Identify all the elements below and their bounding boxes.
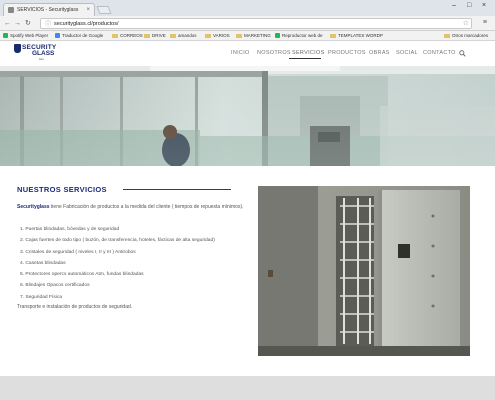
- folder-icon: [236, 33, 242, 38]
- list-item: 1. Puertas blindadas, bóvedas y de segur…: [20, 227, 120, 232]
- folder-icon: [170, 33, 176, 38]
- list-item: 3. Cristales de seguridad ( niveles I, I…: [20, 249, 136, 255]
- services-section: NUESTROS SERVICIOS Securityglass tiene F…: [0, 166, 495, 376]
- browser-tab[interactable]: SERVICIOS - Securityglass ×: [3, 3, 95, 16]
- list-item: 6. Blindajes Opacos certificados: [20, 283, 90, 289]
- new-tab-button[interactable]: [96, 6, 112, 14]
- url-text: securityglass.cl/productos/: [54, 20, 119, 27]
- minimize-icon[interactable]: –: [452, 2, 456, 9]
- address-bar-row: ← → ↻ ⓘ securityglass.cl/productos/ ☆ ≡: [0, 16, 495, 31]
- bookmark-google-translate[interactable]: Traductor de Google: [55, 33, 103, 38]
- folder-icon: [330, 33, 336, 38]
- folder-icon: [112, 33, 118, 38]
- bookmark-correos[interactable]: CORREOS: [112, 33, 143, 38]
- hero-image: [0, 66, 495, 166]
- bookmark-templates[interactable]: TEMPLATES WORDP: [330, 33, 383, 38]
- outro-paragraph: Transporte e instalación de productos de…: [17, 304, 133, 310]
- services-list: 1. Puertas blindadas, bóvedas y de segur…: [17, 224, 262, 303]
- active-nav-underline: [289, 58, 321, 59]
- intro-paragraph: Securityglass tiene Fabricación de produ…: [17, 203, 245, 211]
- bookmark-amandos[interactable]: amandos: [170, 33, 197, 38]
- nav-servicios[interactable]: SERVICIOS: [292, 50, 325, 56]
- bookmark-varios[interactable]: VARIOS: [205, 33, 230, 38]
- intro-brand: Securityglass: [17, 204, 50, 210]
- nav-obras[interactable]: OBRAS: [369, 50, 390, 56]
- search-icon[interactable]: [459, 50, 466, 57]
- spotify-icon: [3, 33, 8, 38]
- folder-icon: [144, 33, 150, 38]
- spotify-icon: [275, 33, 280, 38]
- nav-productos[interactable]: PRODUCTOS: [328, 50, 366, 56]
- bookmark-marketing[interactable]: MARKETING: [236, 33, 271, 38]
- folder-icon: [444, 33, 450, 38]
- title-divider: [123, 189, 231, 190]
- browser-tabstrip: SERVICIOS - Securityglass × – □ ×: [0, 0, 495, 16]
- favicon-icon: [8, 7, 14, 13]
- google-translate-icon: [55, 33, 60, 38]
- nav-social[interactable]: SOCIAL: [396, 50, 418, 56]
- main-nav: INICIO NOSOTROS SERVICIOS PRODUCTOS OBRA…: [0, 50, 495, 60]
- reload-icon[interactable]: ↻: [25, 19, 31, 28]
- list-item: 7. Seguridad Física: [20, 294, 63, 300]
- bookmark-reproductor[interactable]: Reproductor web de: [275, 33, 323, 38]
- nav-inicio[interactable]: INICIO: [231, 50, 250, 56]
- list-item: 5. Protectores opercs automáticos Atm, f…: [20, 272, 144, 278]
- bookmark-star-icon[interactable]: ☆: [463, 19, 469, 27]
- footer-band: [0, 376, 495, 400]
- browser-menu-icon[interactable]: ≡: [483, 19, 487, 26]
- close-window-icon[interactable]: ×: [482, 2, 486, 9]
- bookmark-spotify[interactable]: Spotify Web Player: [3, 33, 48, 38]
- site-header: SECURITY GLASS ltda INICIO NOSOTROS SERV…: [0, 41, 495, 66]
- url-input[interactable]: ⓘ securityglass.cl/productos/: [40, 18, 472, 29]
- nav-contacto[interactable]: CONTACTO: [423, 50, 456, 56]
- back-icon[interactable]: ←: [4, 19, 11, 28]
- bookmarks-bar: Spotify Web Player Traductor de Google C…: [0, 31, 495, 41]
- hero-office-photo: [0, 66, 495, 166]
- vault-door-photo: [258, 186, 470, 356]
- section-title: NUESTROS SERVICIOS: [17, 185, 107, 194]
- list-item: 4. Casetas blindadas: [20, 260, 66, 266]
- tab-title: SERVICIOS - Securityglass: [17, 7, 79, 13]
- tab-close-icon[interactable]: ×: [86, 7, 90, 13]
- page-info-icon[interactable]: ⓘ: [45, 19, 51, 28]
- folder-icon: [205, 33, 211, 38]
- nav-nosotros[interactable]: NOSOTROS: [257, 50, 291, 56]
- forward-icon[interactable]: →: [14, 19, 21, 28]
- bookmark-drive[interactable]: DRIVE: [144, 33, 166, 38]
- intro-text: tiene Fabricación de productos a la medi…: [49, 204, 244, 210]
- bookmark-otros[interactable]: Otros marcadores: [444, 33, 488, 38]
- list-item: 2. Cajas fuertes de todo tipo ( buzón, d…: [20, 238, 215, 244]
- maximize-icon[interactable]: □: [467, 2, 471, 9]
- vault-door-image: [258, 186, 470, 356]
